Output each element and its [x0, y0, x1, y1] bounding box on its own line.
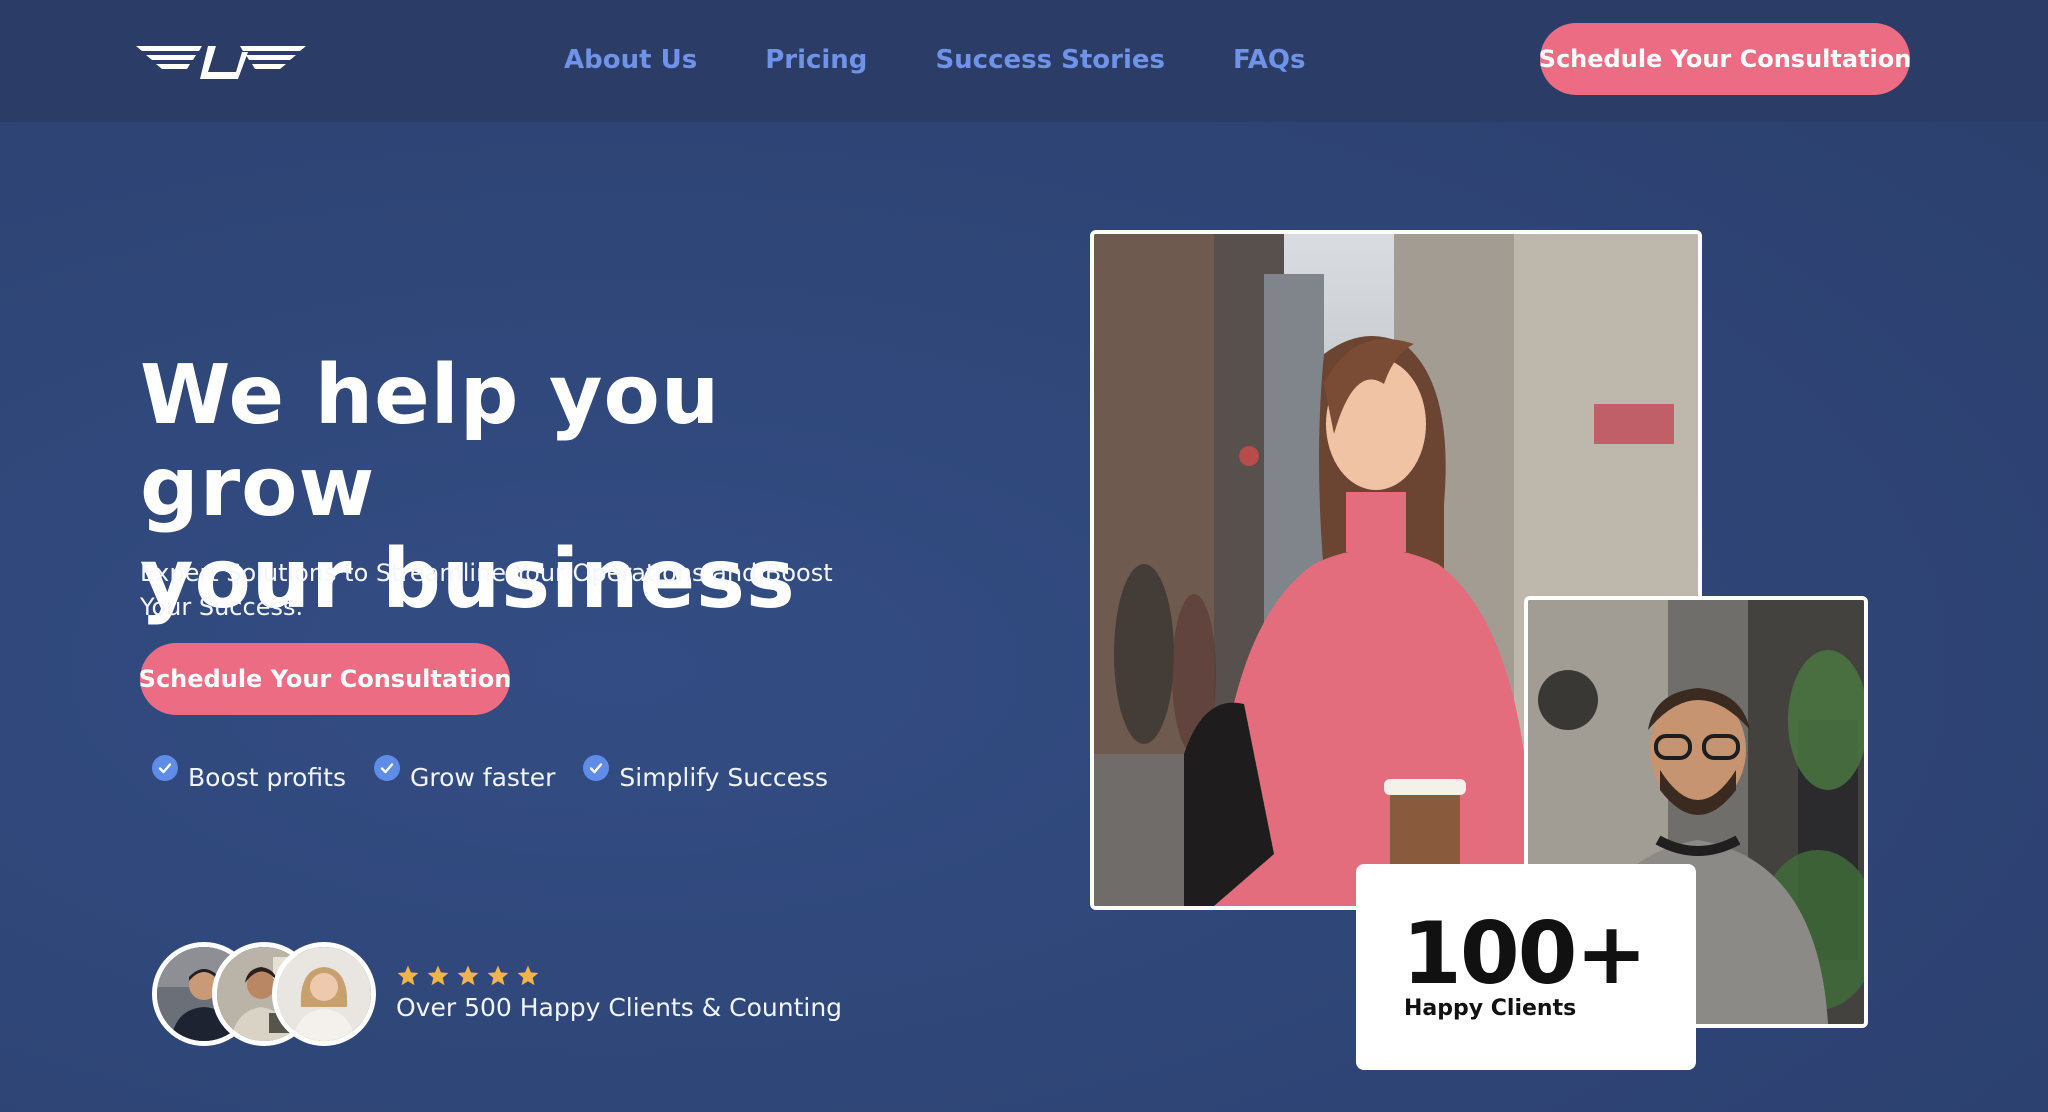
nav-link-faqs[interactable]: FAQs [1233, 45, 1305, 75]
hero-subtitle: Expert Solutions to Streamline Your Oper… [140, 559, 833, 621]
benefit-item: Simplify Success [583, 755, 829, 792]
winged-logo-icon[interactable] [136, 38, 306, 84]
avatar [272, 942, 376, 1046]
benefit-label: Simplify Success [619, 763, 829, 792]
star-icon [427, 965, 449, 986]
nav-link-pricing[interactable]: Pricing [765, 45, 867, 75]
star-icon [397, 965, 419, 986]
benefit-label: Grow faster [409, 763, 556, 792]
benefit-item: Grow faster [373, 755, 556, 792]
check-circle-icon [152, 755, 178, 781]
star-icon [487, 965, 509, 986]
clients-count-text: Over 500 Happy Clients & Counting [396, 993, 843, 1022]
happy-clients-stat-card: 100+ Happy Clients [1356, 864, 1696, 1070]
main-nav: About Us Pricing Success Stories FAQs [564, 38, 1305, 82]
stat-number: 100+ [1402, 904, 1648, 1004]
star-icon [517, 965, 539, 986]
check-circle-icon [373, 755, 400, 781]
nav-link-success-stories[interactable]: Success Stories [935, 45, 1165, 75]
stat-label: Happy Clients [1404, 996, 1577, 1021]
star-icon [457, 965, 479, 986]
check-circle-icon [583, 755, 610, 781]
nav-link-about-us[interactable]: About Us [564, 45, 697, 75]
benefit-item: Boost profits [152, 755, 346, 792]
benefit-label: Boost profits [188, 763, 346, 792]
schedule-consultation-nav-button[interactable]: Schedule Your Consultation [1539, 23, 1911, 95]
client-avatars [152, 942, 382, 1046]
top-navbar: About Us Pricing Success Stories FAQs Sc… [0, 0, 2048, 122]
schedule-consultation-hero-button[interactable]: Schedule Your Consultation [139, 643, 511, 715]
hero-title-line-1: We help you grow [140, 348, 721, 535]
rating-stars [396, 964, 540, 988]
benefits-list: Boost profits Grow faster Simplify Succe… [152, 755, 829, 792]
